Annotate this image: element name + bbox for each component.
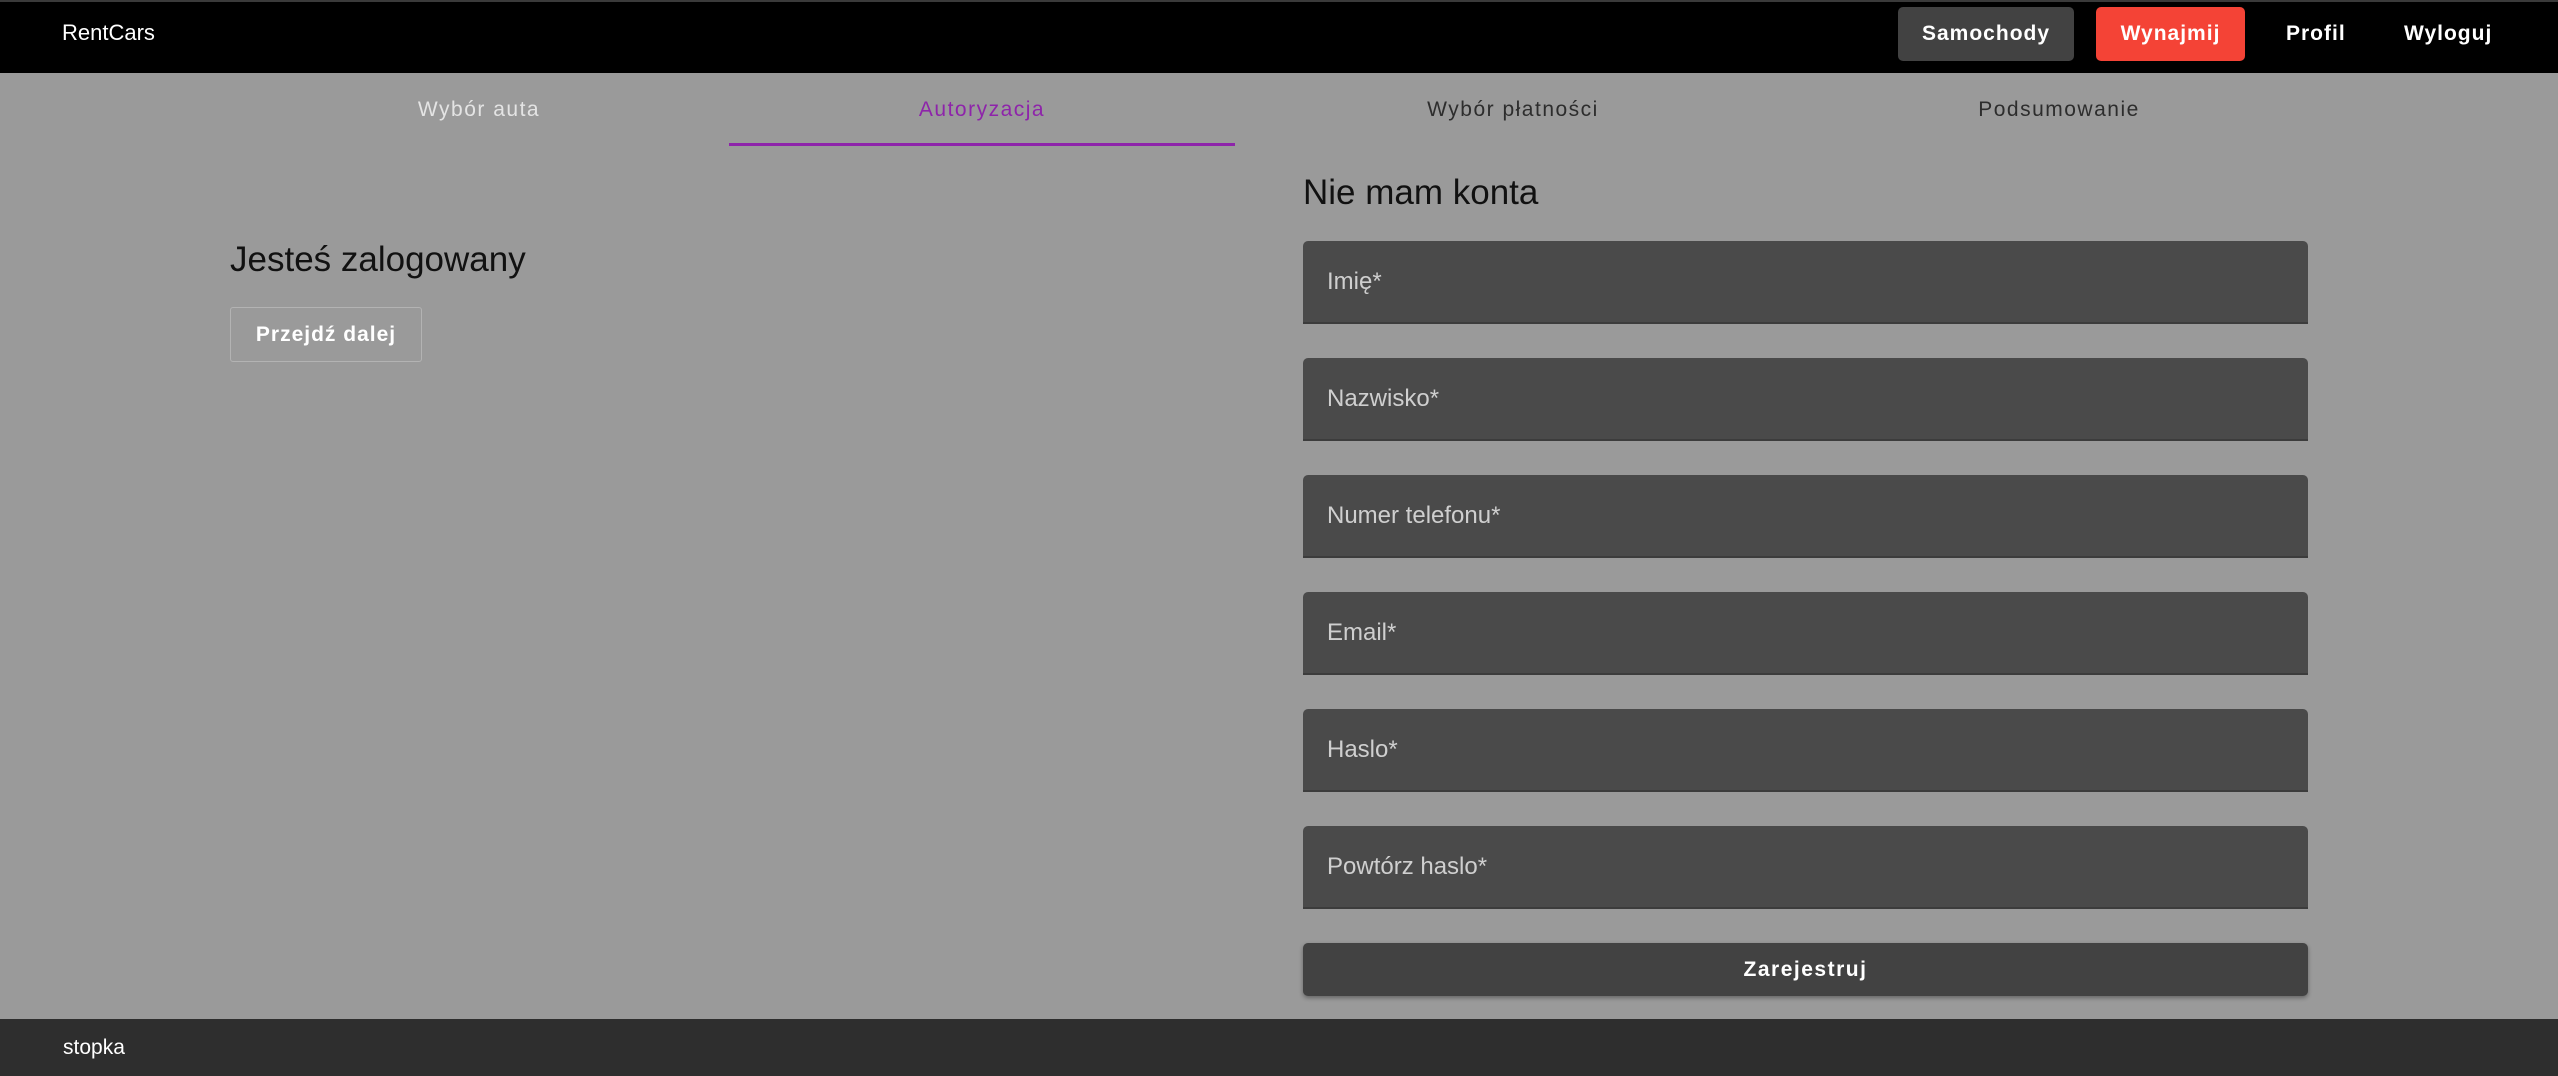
register-button[interactable]: Zarejestruj	[1303, 943, 2308, 996]
step-car-selection[interactable]: Wybór auta	[226, 73, 732, 146]
logged-in-title: Jesteś zalogowany	[230, 240, 526, 279]
email-input[interactable]	[1303, 592, 2308, 673]
phone-field-container	[1303, 475, 2308, 558]
password-field-container	[1303, 709, 2308, 792]
nav-rent-button[interactable]: Wynajmij	[2096, 7, 2245, 61]
page-footer: stopka	[0, 1019, 2558, 1076]
next-step-button[interactable]: Przejdź dalej	[230, 307, 422, 362]
phone-input[interactable]	[1303, 475, 2308, 556]
nav-cars-button[interactable]: Samochody	[1898, 7, 2074, 61]
step-authorization[interactable]: Autoryzacja	[729, 73, 1235, 146]
top-nav-bar: RentCars Samochody Wynajmij Profil Wylog…	[0, 0, 2558, 73]
nav-profile-button[interactable]: Profil	[2262, 7, 2368, 61]
repeat-password-field-container	[1303, 826, 2308, 909]
email-field-container	[1303, 592, 2308, 675]
step-summary[interactable]: Podsumowanie	[1806, 73, 2312, 146]
nav-logout-button[interactable]: Wyloguj	[2380, 7, 2504, 61]
first-name-input[interactable]	[1303, 241, 2308, 322]
step-payment-selection[interactable]: Wybór płatności	[1260, 73, 1766, 146]
checkout-stepper: Wybór auta Autoryzacja Wybór płatności P…	[0, 73, 2558, 148]
password-input[interactable]	[1303, 709, 2308, 790]
registration-title: Nie mam konta	[1303, 173, 1539, 212]
brand-logo[interactable]: RentCars	[62, 19, 155, 47]
first-name-field-container	[1303, 241, 2308, 324]
repeat-password-input[interactable]	[1303, 826, 2308, 907]
last-name-input[interactable]	[1303, 358, 2308, 439]
footer-text: stopka	[63, 1036, 125, 1059]
last-name-field-container	[1303, 358, 2308, 441]
